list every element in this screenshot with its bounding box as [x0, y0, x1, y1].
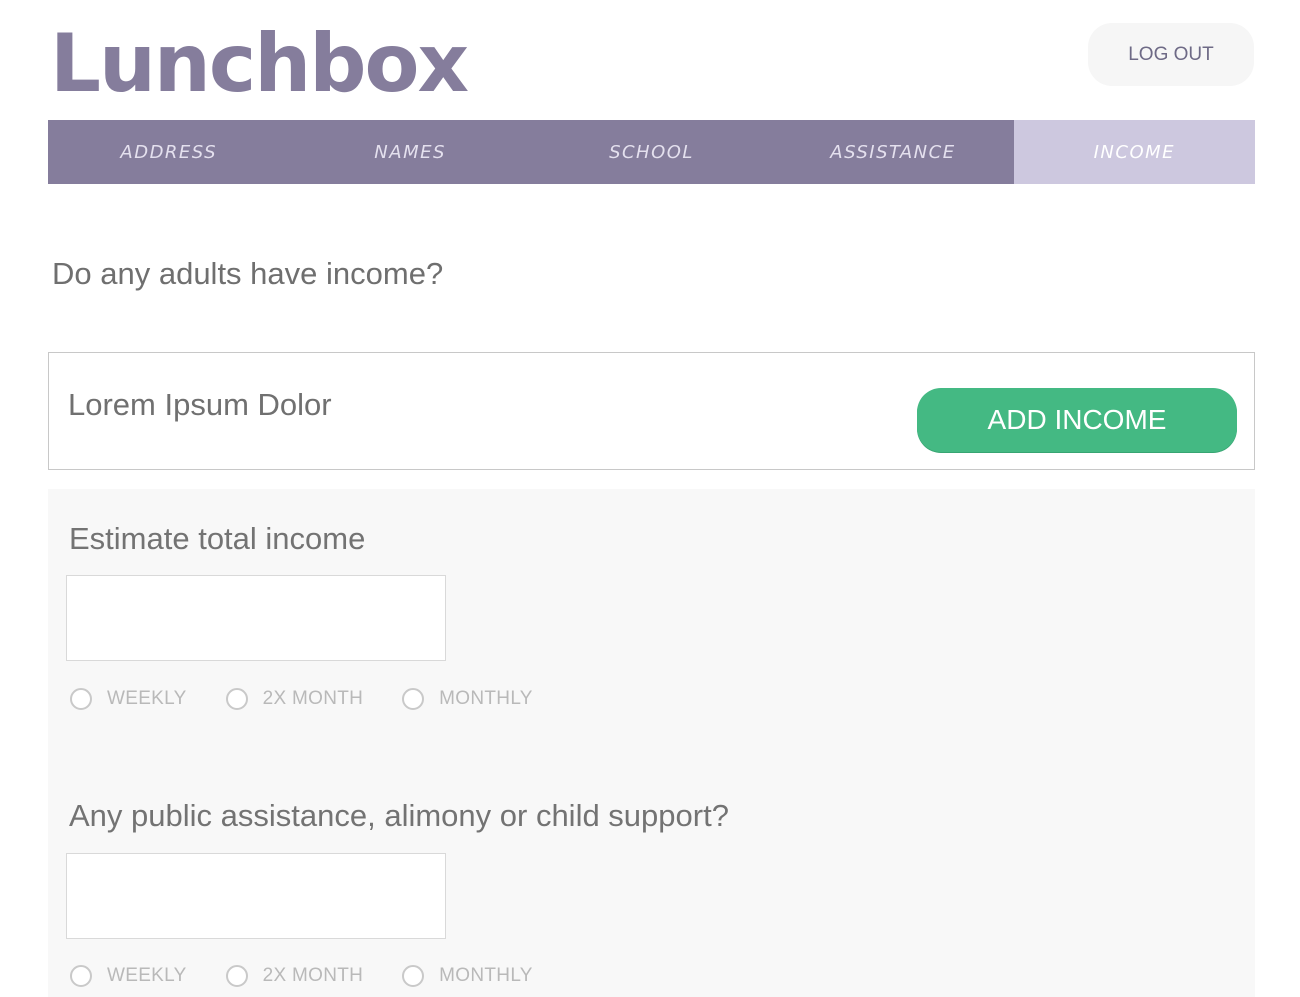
radio-circle[interactable] — [225, 965, 248, 987]
estimate-panel: Estimate total income WEEKLY 2X MONTH MO… — [48, 489, 1255, 997]
estimate-frequency-group: WEEKLY 2X MONTH MONTHLY — [70, 684, 533, 714]
assistance-income-input[interactable] — [66, 853, 446, 939]
assistance-monthly-radio[interactable]: MONTHLY — [402, 965, 533, 987]
radio-circle[interactable] — [402, 688, 425, 710]
assistance-2x-month-radio[interactable]: 2X MONTH — [225, 965, 364, 987]
step-tabs: ADDRESS NAMES SCHOOL ASSISTANCE INCOME — [48, 120, 1256, 184]
page: Lunchbox LOG OUT ADDRESS NAMES SCHOOL AS… — [0, 0, 1300, 997]
radio-label: WEEKLY — [107, 965, 187, 986]
tab-assistance[interactable]: ASSISTANCE — [772, 120, 1013, 184]
adult-income-card: Lorem Ipsum Dolor ADD INCOME — [48, 352, 1255, 470]
tab-names[interactable]: NAMES — [289, 120, 530, 184]
radio-label: 2X MONTH — [262, 965, 364, 986]
logout-button[interactable]: LOG OUT — [1088, 23, 1254, 86]
radio-circle[interactable] — [70, 965, 92, 987]
tab-address[interactable]: ADDRESS — [48, 120, 289, 184]
tab-income[interactable]: INCOME — [1013, 120, 1256, 184]
estimate-monthly-radio[interactable]: MONTHLY — [402, 688, 533, 710]
income-question: Do any adults have income? — [52, 256, 444, 291]
assistance-income-label: Any public assistance, alimony or child … — [69, 798, 729, 833]
radio-label: MONTHLY — [439, 688, 533, 709]
radio-circle[interactable] — [70, 688, 92, 710]
estimate-weekly-radio[interactable]: WEEKLY — [70, 688, 187, 710]
radio-circle[interactable] — [402, 965, 425, 987]
assistance-frequency-group: WEEKLY 2X MONTH MONTHLY — [70, 961, 533, 991]
estimate-2x-month-radio[interactable]: 2X MONTH — [225, 688, 364, 710]
assistance-weekly-radio[interactable]: WEEKLY — [70, 965, 187, 987]
radio-label: 2X MONTH — [262, 688, 364, 709]
add-income-button[interactable]: ADD INCOME — [917, 388, 1237, 452]
radio-label: WEEKLY — [107, 688, 187, 709]
radio-circle[interactable] — [225, 688, 248, 710]
radio-label: MONTHLY — [439, 965, 533, 986]
tab-school[interactable]: SCHOOL — [531, 120, 772, 184]
estimate-income-input[interactable] — [66, 575, 446, 661]
estimate-income-label: Estimate total income — [69, 521, 366, 556]
app-logo: Lunchbox — [50, 17, 469, 110]
adult-name: Lorem Ipsum Dolor — [68, 387, 332, 422]
